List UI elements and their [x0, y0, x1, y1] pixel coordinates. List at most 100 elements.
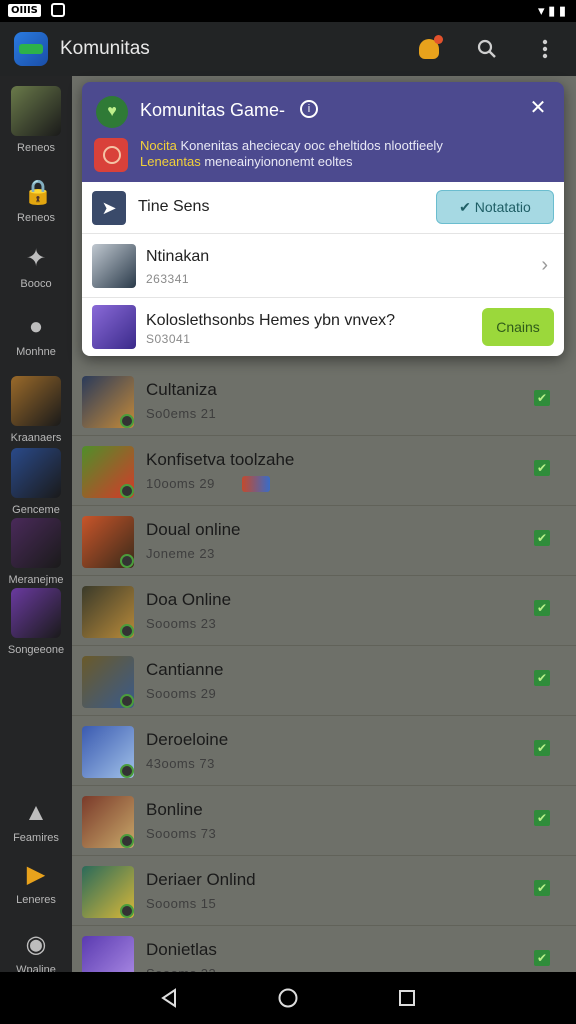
status-bar: OIIIS ▾ ▮ ▮ — [0, 0, 576, 22]
notification-bell-icon[interactable] — [414, 34, 444, 64]
list-item[interactable]: Cantianne Soooms 29 ✔ — [72, 646, 576, 716]
sidebar-item[interactable]: ◉ Wpaline — [0, 931, 72, 977]
game-thumbnail — [82, 936, 134, 972]
popup-row-question: Koloslethsonbs Hemes ybn vnvex? S03041 C… — [82, 298, 564, 356]
list-item[interactable]: Doual online Joneme 23 ✔ — [72, 506, 576, 576]
notification-button[interactable]: ✔ Notatatio — [436, 190, 554, 224]
user-icon: ● — [28, 313, 44, 340]
recents-icon[interactable] — [392, 983, 422, 1013]
checkbox[interactable]: ✔ — [534, 670, 550, 686]
notice-line-2: meneainyiononemt eoltes — [200, 154, 353, 169]
popup-row-title: Koloslethsonbs Hemes ybn vnvex? — [146, 312, 396, 329]
online-badge-icon — [120, 624, 134, 638]
popup-row-sub: 263341 — [146, 272, 190, 286]
popup-row-settings: ➤ Tine Sens ✔ Notatatio — [82, 182, 564, 234]
sidebar-item-label: Reneos — [17, 212, 55, 224]
list-item-title: Deriaer Onlind — [146, 870, 256, 889]
list-item-title: Doa Online — [146, 590, 232, 609]
sidebar-thumbnail — [11, 448, 61, 498]
list-item-sub: Soooms 29 — [146, 686, 217, 701]
sidebar-thumbnail — [11, 86, 61, 136]
list-item-sub: Joneme 23 — [146, 546, 215, 561]
sidebar-thumbnail — [11, 588, 61, 638]
sidebar-item[interactable]: Genceme — [0, 448, 72, 516]
sidebar-item-label: Leneres — [16, 894, 56, 906]
checkbox[interactable]: ✔ — [534, 390, 550, 406]
online-badge-icon — [120, 414, 134, 428]
list-item[interactable]: Cultaniza So0ems 21 ✔ — [72, 366, 576, 436]
app-shortcut-icon: ➤ — [92, 191, 126, 225]
chevron-right-icon: › — [541, 254, 548, 276]
sidebar-item[interactable]: Reneos — [0, 86, 72, 154]
status-chip: OIIIS — [8, 3, 41, 17]
popup-row-sub: S03041 — [146, 332, 191, 346]
list-item[interactable]: DonietlasSoooms 23✔ — [72, 926, 576, 972]
popup-row-game[interactable]: Ntinakan 263341 › — [82, 234, 564, 298]
notification-button-label: Notatatio — [474, 199, 531, 215]
list-item[interactable]: Bonline Soooms 73 ✔ — [72, 786, 576, 856]
popup-title: Komunitas Game- — [140, 100, 286, 120]
list-item-sub: Soooms 23 — [146, 616, 217, 631]
online-badge-icon — [120, 904, 134, 918]
thumb-up-icon: ▲ — [24, 799, 48, 826]
notice-icon — [94, 138, 128, 172]
checkbox[interactable]: ✔ — [534, 950, 550, 966]
online-badge-icon — [120, 554, 134, 568]
sidebar-item[interactable]: ▶ Leneres — [0, 861, 72, 907]
sidebar-item-label: Monhne — [16, 346, 56, 358]
checkbox[interactable]: ✔ — [534, 460, 550, 476]
checkbox[interactable]: ✔ — [534, 740, 550, 756]
game-thumbnail — [92, 244, 136, 288]
system-nav-bar — [0, 972, 576, 1024]
popup-header: ♥ Komunitas Game- i ✕ Nocita Konenitas a… — [82, 82, 564, 182]
list-item-sub: Soooms 15 — [146, 896, 217, 911]
checkbox[interactable]: ✔ — [534, 810, 550, 826]
online-badge-icon — [120, 694, 134, 708]
notice-highlight-1: Nocita — [140, 138, 177, 153]
back-icon[interactable] — [154, 983, 184, 1013]
sidebar-item[interactable]: ● Monhne — [0, 313, 72, 359]
list-item[interactable]: Deriaer Onlind Soooms 15 ✔ — [72, 856, 576, 926]
more-vert-icon[interactable] — [530, 34, 560, 64]
sidebar-item[interactable]: Kraanaers — [0, 376, 72, 444]
list-item-sub: So0ems 21 — [146, 406, 217, 421]
popup-row-title: Ntinakan — [146, 248, 210, 265]
sidebar-item[interactable]: Meranejme — [0, 518, 72, 586]
sidebar-item[interactable]: ✦ Booco — [0, 246, 72, 291]
sidebar-item-label: Feamires — [13, 832, 59, 844]
checkbox[interactable]: ✔ — [534, 600, 550, 616]
notice-line-1: Konenitas aheciecay ooc eheltidos nlootf… — [176, 138, 443, 153]
sidebar-item-label: Booco — [20, 278, 52, 290]
list-item-title: Donietlas — [146, 940, 217, 959]
app-bar: Komunitas — [0, 22, 576, 76]
popup-body: ➤ Tine Sens ✔ Notatatio Ntinakan 263341 … — [82, 182, 564, 356]
sidebar-item[interactable]: 🔒 Reneos — [0, 179, 72, 225]
confirm-button[interactable]: Cnains — [482, 308, 554, 346]
checkbox[interactable]: ✔ — [534, 880, 550, 896]
list-item-title: Konfisetva toolzahe — [146, 450, 295, 469]
online-badge-icon — [120, 484, 134, 498]
sidebar-item-label: Kraanaers — [10, 432, 62, 444]
info-icon[interactable]: i — [300, 100, 318, 118]
play-icon: ▶ — [26, 861, 46, 888]
sidebar-item-label: Songeeone — [7, 644, 65, 656]
sidebar: Reneos 🔒 Reneos ✦ Booco ● Monhne Kraanaers Gence… — [0, 76, 72, 976]
search-icon[interactable] — [472, 34, 502, 64]
home-icon[interactable] — [273, 983, 303, 1013]
sidebar-item[interactable]: Songeeone — [0, 588, 72, 656]
online-badge-icon — [120, 764, 134, 778]
sidebar-thumbnail — [11, 518, 61, 568]
close-icon[interactable]: ✕ — [526, 96, 550, 120]
checkbox[interactable]: ✔ — [534, 530, 550, 546]
list-item[interactable]: Deroeloine 43ooms 73 ✔ — [72, 716, 576, 786]
heart-icon: ♥ — [96, 96, 128, 128]
list-item-title: Doual online — [146, 520, 241, 539]
sidebar-item-label: Meranejme — [8, 574, 64, 586]
record-icon: ◉ — [25, 931, 47, 958]
list-item[interactable]: Doa Online Soooms 23 ✔ — [72, 576, 576, 646]
sidebar-item-label: Reneos — [17, 142, 55, 154]
list-item-title: Bonline — [146, 800, 203, 819]
sidebar-item[interactable]: ▲ Feamires — [0, 799, 72, 845]
list-item[interactable]: Konfisetva toolzahe 10ooms 29 ✔ — [72, 436, 576, 506]
lock-icon: 🔒 — [23, 179, 53, 206]
